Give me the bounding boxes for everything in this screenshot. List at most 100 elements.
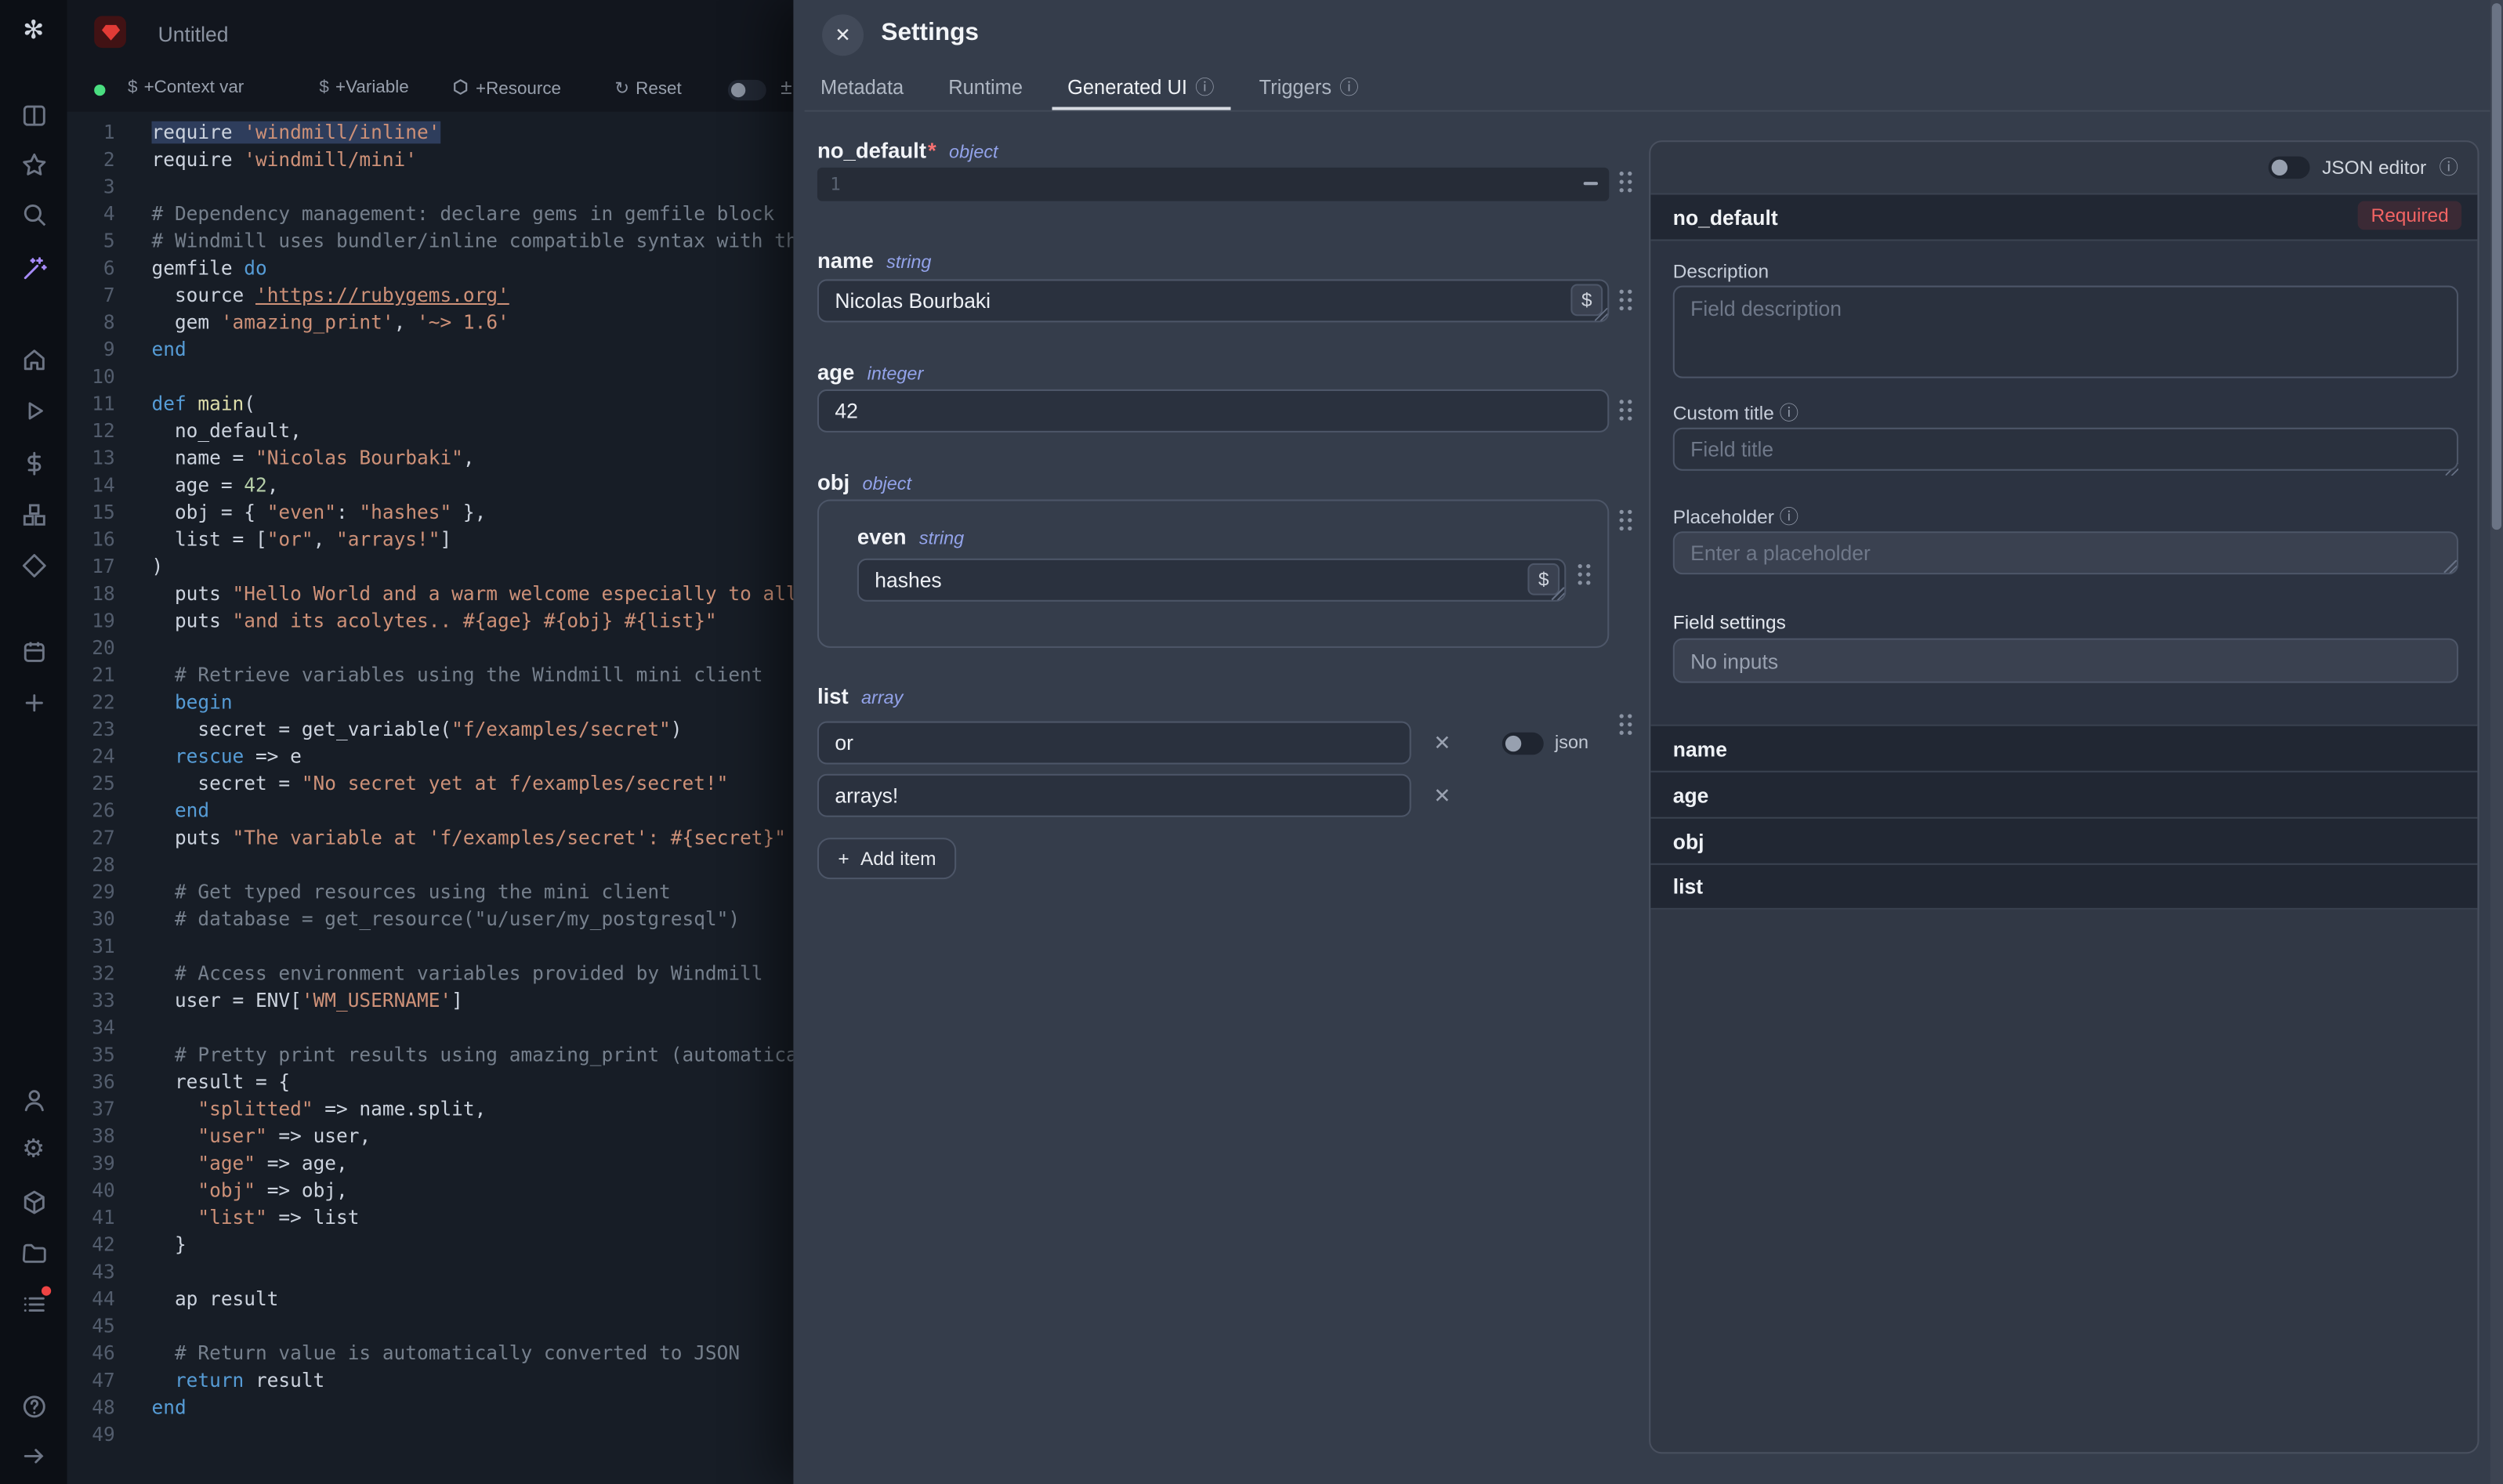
obj-nested-box: evenstring $ xyxy=(817,499,1609,647)
drag-handle[interactable] xyxy=(1617,711,1634,737)
info-icon[interactable]: ⓘ xyxy=(1780,506,1798,529)
field-settings-label: Field settings xyxy=(1673,611,1786,634)
tab-metadata[interactable]: Metadata xyxy=(805,71,920,110)
inspector-header: JSON editor ⓘ xyxy=(1650,142,2477,193)
diff-icon[interactable]: ± xyxy=(781,75,792,100)
tab-triggers[interactable]: Triggersⓘ xyxy=(1243,71,1375,110)
scrollbar-track[interactable] xyxy=(2490,0,2503,1484)
diamond-icon[interactable] xyxy=(19,551,48,580)
list-items: ✕✕ xyxy=(817,722,1504,817)
close-icon[interactable]: ✕ xyxy=(822,14,864,56)
cube-icon[interactable] xyxy=(19,1187,48,1216)
list-item-row: ✕ xyxy=(817,722,1504,765)
drawer-title: Settings xyxy=(881,19,979,48)
even-field-wrap: $ xyxy=(857,559,1566,602)
json-toggle-label: json xyxy=(1555,734,1588,753)
folder-icon[interactable] xyxy=(19,1238,48,1267)
drag-handle[interactable] xyxy=(1617,397,1634,423)
remove-item-icon[interactable]: ✕ xyxy=(1430,727,1454,759)
reset-button[interactable]: ↻Reset xyxy=(614,78,681,99)
add-item-button[interactable]: +Add item xyxy=(817,838,957,879)
placeholder-input[interactable] xyxy=(1673,531,2458,574)
inspector-rows: nameageobjlist xyxy=(1650,725,2477,910)
ruby-language-icon xyxy=(94,16,126,48)
field-label-obj: objobject xyxy=(817,471,911,495)
editor-gutter: 1234567891011121314151617181920212223242… xyxy=(67,120,115,1449)
field-label-no-default: no_default* object xyxy=(817,139,998,163)
drag-handle[interactable] xyxy=(1617,508,1634,534)
field-label-name: namestring xyxy=(817,249,931,273)
resize-grip[interactable] xyxy=(1552,587,1564,599)
editor-topbar: $+Context var $+Variable +Resource ↻Rese… xyxy=(67,0,794,112)
add-variable-button[interactable]: $+Variable xyxy=(319,78,408,97)
name-field-wrap: $ xyxy=(817,279,1609,322)
ai-wand-icon[interactable] xyxy=(19,254,48,283)
resize-grip[interactable] xyxy=(2444,560,2457,573)
settings-drawer: ✕ Settings Metadata Runtime Generated UI… xyxy=(793,0,2503,1484)
even-input[interactable] xyxy=(857,559,1566,602)
help-icon[interactable] xyxy=(19,1392,48,1421)
placeholder-field-wrap xyxy=(1673,531,2458,574)
inspector-field-row-obj[interactable]: obj xyxy=(1650,817,2477,863)
add-resource-button[interactable]: +Resource xyxy=(451,78,561,101)
list-item-input[interactable] xyxy=(817,722,1411,765)
script-title-input[interactable] xyxy=(155,20,560,48)
windmill-logo-icon[interactable]: ✻ xyxy=(19,16,48,45)
info-icon[interactable]: ⓘ xyxy=(1195,78,1214,96)
calendar-icon[interactable] xyxy=(19,637,48,666)
add-context-var-button[interactable]: $+Context var xyxy=(128,78,244,97)
runs-play-icon[interactable] xyxy=(19,396,48,425)
json-editor-label: JSON editor xyxy=(2322,157,2426,179)
fold-minus-icon[interactable] xyxy=(1584,182,1598,185)
description-textarea[interactable] xyxy=(1673,286,2458,378)
columns-icon[interactable] xyxy=(19,100,48,129)
json-editor-toggle[interactable] xyxy=(2268,157,2309,179)
inspector-field-row-age[interactable]: age xyxy=(1650,771,2477,817)
user-icon[interactable] xyxy=(19,1085,48,1114)
plus-icon: + xyxy=(838,847,849,870)
tab-runtime[interactable]: Runtime xyxy=(933,71,1039,110)
code-editor[interactable]: 1234567891011121314151617181920212223242… xyxy=(67,112,794,1484)
field-label-age: ageinteger xyxy=(817,360,923,385)
no-default-json-editor[interactable]: 1 xyxy=(817,168,1609,201)
name-input[interactable] xyxy=(817,279,1609,322)
editor-code: require 'windmill/inline'require 'windmi… xyxy=(152,120,794,1449)
settings-tabs: Metadata Runtime Generated UIⓘ Triggersⓘ xyxy=(805,71,2490,112)
collapse-arrow-icon[interactable] xyxy=(19,1441,48,1470)
info-icon[interactable]: ⓘ xyxy=(2440,158,2458,177)
diff-toggle[interactable] xyxy=(728,80,766,100)
dollar-icon: $ xyxy=(319,78,328,97)
list-icon[interactable] xyxy=(19,1290,48,1319)
star-icon[interactable] xyxy=(19,150,48,179)
drag-handle[interactable] xyxy=(1617,169,1634,195)
placeholder-label: Placeholder ⓘ xyxy=(1673,506,1798,529)
resize-grip[interactable] xyxy=(1595,308,1607,320)
inspector-panel: JSON editor ⓘ no_default Required Descri… xyxy=(1649,140,2479,1453)
json-toggle[interactable] xyxy=(1502,733,1544,755)
custom-title-input[interactable] xyxy=(1673,428,2458,471)
age-input[interactable] xyxy=(817,389,1609,433)
info-icon[interactable]: ⓘ xyxy=(1780,402,1798,425)
resources-boxes-icon[interactable] xyxy=(19,499,48,528)
remove-item-icon[interactable]: ✕ xyxy=(1430,780,1454,812)
inspector-field-row-list[interactable]: list xyxy=(1650,863,2477,910)
list-item-input[interactable] xyxy=(817,774,1411,817)
variables-dollar-icon[interactable] xyxy=(19,448,48,477)
drag-handle[interactable] xyxy=(1576,562,1593,588)
home-icon[interactable] xyxy=(19,345,48,374)
inspector-selected-row[interactable]: no_default Required xyxy=(1650,193,2477,241)
status-dot xyxy=(94,85,105,96)
notification-dot xyxy=(42,1286,51,1295)
inspector-field-row-name[interactable]: name xyxy=(1650,725,2477,771)
reset-icon: ↻ xyxy=(614,78,629,99)
settings-gear-icon[interactable]: ⚙ xyxy=(19,1136,48,1165)
scrollbar-thumb[interactable] xyxy=(2492,3,2501,530)
tab-generated-ui[interactable]: Generated UIⓘ xyxy=(1052,71,1230,110)
search-icon[interactable] xyxy=(19,200,48,229)
required-badge: Required xyxy=(2358,201,2461,230)
info-icon[interactable]: ⓘ xyxy=(1339,78,1358,96)
custom-title-label: Custom title ⓘ xyxy=(1673,402,1798,425)
add-plus-icon[interactable] xyxy=(19,688,48,717)
list-item-row: ✕ xyxy=(817,774,1504,817)
drag-handle[interactable] xyxy=(1617,288,1634,313)
